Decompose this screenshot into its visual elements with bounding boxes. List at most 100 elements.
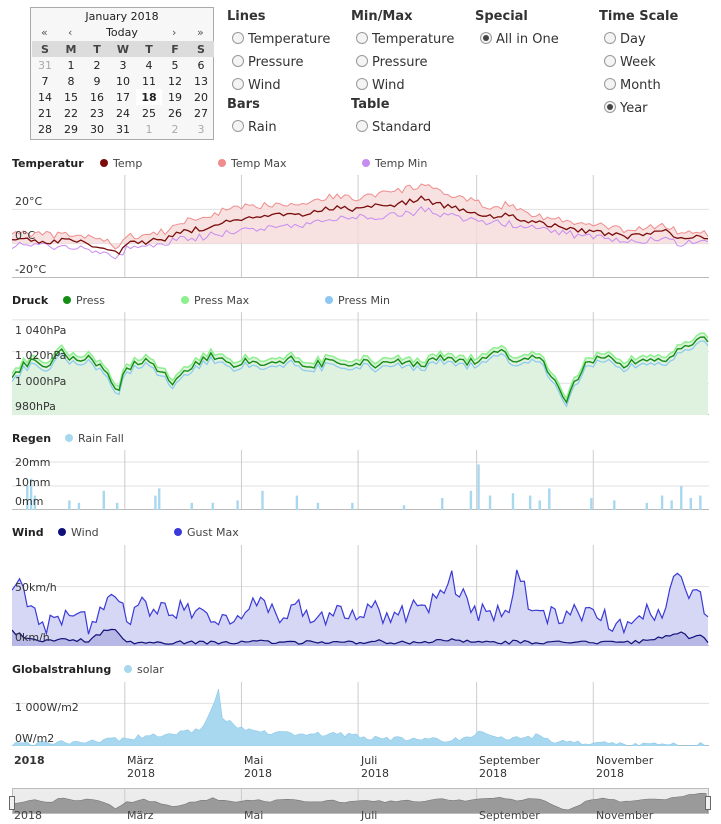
lines-wind-option[interactable]: Wind bbox=[232, 78, 281, 93]
rain-chart[interactable] bbox=[12, 450, 709, 510]
calendar-day[interactable]: 18 bbox=[136, 89, 162, 105]
calendar-day[interactable]: 12 bbox=[162, 73, 188, 89]
calendar-day[interactable]: 22 bbox=[58, 105, 84, 121]
radio-icon[interactable] bbox=[604, 78, 616, 90]
radio-selected-icon[interactable] bbox=[480, 32, 492, 44]
radio-icon[interactable] bbox=[356, 55, 368, 67]
calendar-day[interactable]: 2 bbox=[162, 121, 188, 137]
calendar-day[interactable]: 30 bbox=[84, 121, 110, 137]
y-tick-label: 1 000hPa bbox=[15, 375, 67, 388]
table-standard-option[interactable]: Standard bbox=[356, 120, 431, 135]
rain-chart-svg bbox=[12, 450, 709, 510]
option-label: Wind bbox=[248, 78, 281, 93]
navigator-label: November bbox=[596, 809, 654, 822]
legend-press-min[interactable]: Press Min bbox=[325, 294, 390, 307]
timescale-day-option[interactable]: Day bbox=[604, 32, 646, 47]
next-month-button[interactable]: › bbox=[172, 26, 176, 39]
legend-temp-min[interactable]: Temp Min bbox=[362, 157, 427, 170]
legend-gust-max[interactable]: Gust Max bbox=[174, 526, 239, 539]
radio-icon[interactable] bbox=[604, 32, 616, 44]
special-all-in-one-option[interactable]: All in One bbox=[480, 32, 559, 47]
radio-icon[interactable] bbox=[232, 55, 244, 67]
rain-bar bbox=[402, 505, 406, 510]
calendar-day[interactable]: 21 bbox=[32, 105, 58, 121]
calendar-day[interactable]: 28 bbox=[32, 121, 58, 137]
calendar-day[interactable]: 7 bbox=[32, 73, 58, 89]
timescale-week-option[interactable]: Week bbox=[604, 55, 656, 70]
calendar-day[interactable]: 3 bbox=[188, 121, 214, 137]
calendar-day[interactable]: 1 bbox=[136, 121, 162, 137]
date-picker-calendar[interactable]: January 2018 « ‹ Today › » S M T W T F S… bbox=[30, 7, 214, 140]
calendar-day[interactable]: 5 bbox=[162, 57, 188, 73]
radio-selected-icon[interactable] bbox=[604, 101, 616, 113]
lines-pressure-option[interactable]: Pressure bbox=[232, 55, 304, 70]
calendar-day[interactable]: 20 bbox=[188, 89, 214, 105]
next-year-button[interactable]: » bbox=[197, 26, 204, 39]
calendar-day[interactable]: 3 bbox=[110, 57, 136, 73]
calendar-day[interactable]: 17 bbox=[110, 89, 136, 105]
timescale-year-option[interactable]: Year bbox=[604, 101, 648, 116]
navigator-right-handle[interactable] bbox=[705, 796, 711, 810]
calendar-day[interactable]: 24 bbox=[110, 105, 136, 121]
calendar-day[interactable]: 15 bbox=[58, 89, 84, 105]
calendar-day[interactable]: 9 bbox=[84, 73, 110, 89]
legend-temp[interactable]: Temp bbox=[100, 157, 142, 170]
today-button[interactable]: Today bbox=[31, 26, 213, 39]
legend-solar[interactable]: solar bbox=[124, 663, 164, 676]
calendar-day[interactable]: 2 bbox=[84, 57, 110, 73]
calendar-day[interactable]: 27 bbox=[188, 105, 214, 121]
legend-press-max[interactable]: Press Max bbox=[181, 294, 249, 307]
calendar-day[interactable]: 8 bbox=[58, 73, 84, 89]
option-label: Day bbox=[620, 32, 646, 47]
navigator-left-handle[interactable] bbox=[9, 796, 15, 810]
radio-icon[interactable] bbox=[356, 120, 368, 132]
bars-rain-option[interactable]: Rain bbox=[232, 120, 277, 135]
legend-dot-icon bbox=[218, 159, 226, 167]
wind-chart[interactable] bbox=[12, 545, 709, 646]
calendar-day[interactable]: 23 bbox=[84, 105, 110, 121]
solar-chart[interactable] bbox=[12, 682, 709, 746]
radio-icon[interactable] bbox=[356, 32, 368, 44]
minmax-temperature-option[interactable]: Temperature bbox=[356, 32, 454, 47]
navigator-label: Mai bbox=[244, 809, 264, 822]
radio-icon[interactable] bbox=[356, 78, 368, 90]
minmax-group-title: Min/Max bbox=[351, 9, 413, 24]
legend-press[interactable]: Press bbox=[63, 294, 105, 307]
lines-temperature-option[interactable]: Temperature bbox=[232, 32, 330, 47]
calendar-day[interactable]: 10 bbox=[110, 73, 136, 89]
legend-dot-icon bbox=[124, 665, 132, 673]
timescale-month-option[interactable]: Month bbox=[604, 78, 661, 93]
radio-icon[interactable] bbox=[604, 55, 616, 67]
minmax-pressure-option[interactable]: Pressure bbox=[356, 55, 428, 70]
timescale-group-title: Time Scale bbox=[599, 9, 679, 24]
legend-rain[interactable]: Rain Fall bbox=[65, 432, 124, 445]
pressure-chart[interactable] bbox=[12, 312, 709, 415]
option-label: Pressure bbox=[248, 55, 304, 70]
calendar-day[interactable]: 31 bbox=[32, 57, 58, 73]
radio-icon[interactable] bbox=[232, 32, 244, 44]
calendar-day[interactable]: 29 bbox=[58, 121, 84, 137]
calendar-day[interactable]: 6 bbox=[188, 57, 214, 73]
minmax-wind-option[interactable]: Wind bbox=[356, 78, 405, 93]
radio-icon[interactable] bbox=[232, 78, 244, 90]
calendar-day[interactable]: 13 bbox=[188, 73, 214, 89]
calendar-day[interactable]: 25 bbox=[136, 105, 162, 121]
legend-temp-max[interactable]: Temp Max bbox=[218, 157, 287, 170]
pressure-chart-svg bbox=[12, 312, 709, 415]
radio-icon[interactable] bbox=[232, 120, 244, 132]
weekday-header: W bbox=[110, 41, 136, 57]
legend-dot-icon bbox=[65, 434, 73, 442]
calendar-day[interactable]: 19 bbox=[162, 89, 188, 105]
calendar-day[interactable]: 26 bbox=[162, 105, 188, 121]
calendar-day[interactable]: 14 bbox=[32, 89, 58, 105]
calendar-day[interactable]: 11 bbox=[136, 73, 162, 89]
calendar-day[interactable]: 31 bbox=[110, 121, 136, 137]
option-label: Month bbox=[620, 78, 661, 93]
calendar-day[interactable]: 16 bbox=[84, 89, 110, 105]
calendar-day[interactable]: 1 bbox=[58, 57, 84, 73]
temperature-chart[interactable] bbox=[12, 175, 709, 278]
lines-group-title: Lines bbox=[227, 9, 266, 24]
calendar-day[interactable]: 4 bbox=[136, 57, 162, 73]
option-label: Pressure bbox=[372, 55, 428, 70]
legend-wind[interactable]: Wind bbox=[58, 526, 99, 539]
